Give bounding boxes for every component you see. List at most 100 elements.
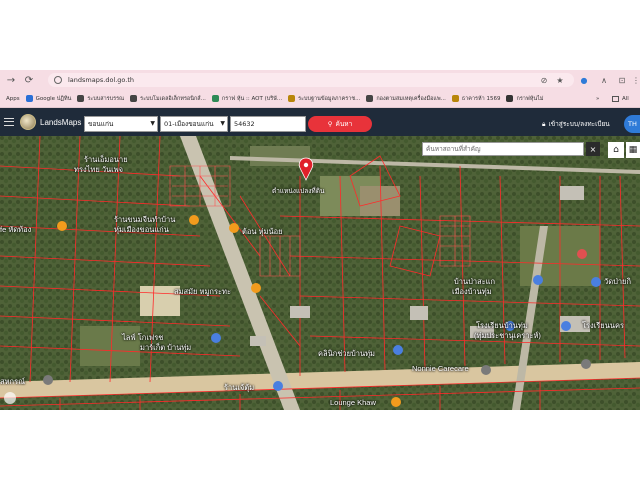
all-bookmarks-button[interactable]: All — [612, 95, 629, 102]
poi-restaurant-marker[interactable] — [251, 283, 261, 293]
bookmark-favicon-icon — [506, 95, 514, 102]
map-label: สหกรณ์ — [0, 377, 26, 386]
map-label: ทรงไทย วันเพจ — [74, 165, 124, 174]
map-label: Lounge Khaw — [330, 398, 376, 407]
bookmarks-more-button[interactable]: » — [596, 96, 599, 102]
language-label: TH — [628, 120, 637, 128]
bookmark-item[interactable]: ธาคารห้า 1569 — [451, 95, 501, 103]
bookmark-item[interactable]: ระบบฐานข้อมูลภาคราช... — [288, 95, 360, 103]
poi-marker[interactable] — [581, 359, 591, 369]
home-icon[interactable]: ⌂ — [608, 142, 624, 158]
poi-cafe-marker[interactable] — [57, 221, 67, 231]
map-label: หุ่มเมืองขอนแก่น — [114, 225, 169, 234]
login-label: เข้าสู่ระบบ/ลงทะเบียน — [548, 120, 610, 128]
district-value: 01-เมืองขอนแก่น — [164, 120, 214, 128]
chevron-down-icon: ▼ — [220, 120, 225, 127]
poi-restaurant-marker[interactable] — [229, 223, 239, 233]
bookmark-label: กราฟหุ้นไม่ — [516, 95, 544, 102]
lock-icon: 🔒︎ — [542, 119, 546, 128]
map-label: (ทุ่มประชานุเคราะห์) — [474, 331, 541, 340]
bookmark-item[interactable]: กองตามสมเหตุเครื่องมือแพ... — [366, 95, 446, 103]
eye-off-icon[interactable]: ⊘ — [538, 74, 550, 86]
bookmark-favicon-icon — [451, 95, 459, 102]
search-button-label: ค้นหา — [335, 120, 353, 128]
map-label: เมืองบ้านทุ่ม — [452, 287, 492, 296]
reload-icon[interactable]: ⟳ — [22, 73, 36, 87]
province-select[interactable]: ขอนแก่น ▼ — [84, 116, 158, 132]
parcel-number-input[interactable]: 54632 — [230, 116, 306, 132]
map-label: fe หัดท้อง — [0, 225, 32, 234]
poi-marker[interactable] — [43, 375, 53, 385]
map-label: โรงเรียนนคร — [582, 321, 625, 330]
poi-temple-marker[interactable] — [591, 277, 601, 287]
hamburger-menu-icon[interactable] — [4, 118, 14, 126]
bookmark-favicon-icon — [211, 95, 219, 102]
bookmark-item[interactable]: กราฟ หุ้น :: AOT (บริษั... — [211, 95, 283, 103]
bookmarks-bar: Apps Google ปฏิทิน ระบบสารบรรณ ระบบโมเดลอิเ… — [0, 90, 640, 108]
language-button[interactable]: TH — [624, 115, 640, 133]
all-bookmarks-label: All — [622, 95, 629, 102]
profile-icon[interactable]: ∧ — [598, 74, 610, 86]
site-info-icon[interactable] — [54, 76, 62, 84]
search-icon: ⚲ — [327, 120, 333, 128]
map-label: ร้านเจ้ตุ้ม — [224, 383, 255, 392]
search-button[interactable]: ⚲ ค้นหา — [308, 116, 372, 132]
bookmark-favicon-icon — [25, 95, 33, 102]
url-text: landsmaps.dol.go.th — [68, 76, 135, 84]
poi-shop-marker[interactable] — [211, 333, 221, 343]
close-icon: × — [589, 144, 597, 154]
bookmark-favicon-icon — [130, 95, 138, 102]
bookmark-label: กองตามสมเหตุเครื่องมือแพ... — [376, 95, 446, 102]
parcel-number-value: 54632 — [234, 120, 255, 128]
login-link[interactable]: 🔒︎ เข้าสู่ระบบ/ลงทะเบียน — [542, 119, 610, 129]
poi-marker[interactable] — [4, 392, 16, 404]
map-label: ต้อน หุ่มน้อย — [242, 227, 283, 236]
district-select[interactable]: 01-เมืองขอนแก่น ▼ — [160, 116, 228, 132]
poi-carcare-marker[interactable] — [481, 365, 491, 375]
bookmark-favicon-icon — [288, 95, 296, 102]
map-label: คลินิกช่วยบ้านทุ่ม — [318, 349, 375, 358]
bookmark-favicon-icon — [366, 95, 374, 102]
grid-icon[interactable]: ▦ — [626, 142, 640, 158]
bookmark-label: Google ปฏิทิน — [35, 95, 72, 102]
poi-school-marker[interactable] — [561, 321, 571, 331]
map-label: สมสมัย หมูกระทะ — [174, 287, 231, 296]
puzzle-icon[interactable]: ⊡ — [616, 74, 628, 86]
place-search-input[interactable]: ค้นหาสถานที่สำคัญ — [422, 142, 584, 156]
chevron-down-icon: ▼ — [150, 120, 155, 127]
browser-window: → ⟳ landsmaps.dol.go.th ⊘ ★ ● ∧ ⊡ ⋮ Apps… — [0, 70, 640, 410]
map-label: วัดป่ายกิ — [604, 277, 631, 286]
bookmark-item[interactable]: Apps — [6, 95, 20, 102]
poi-temple-marker[interactable] — [533, 275, 543, 285]
extension-icon[interactable]: ● — [578, 74, 590, 86]
bookmark-label: กราฟ หุ้น :: AOT (บริษั... — [221, 95, 283, 102]
url-bar[interactable]: landsmaps.dol.go.th — [48, 73, 574, 87]
bookmark-item[interactable]: ระบบสารบรรณ — [77, 95, 124, 103]
bookmark-item[interactable]: กราฟหุ้นไม่ — [506, 95, 544, 103]
map-label: Nonnie Carecare — [412, 364, 469, 373]
poi-restaurant-marker[interactable] — [189, 215, 199, 225]
map-view[interactable]: ร้านเอ็มอนาย ทรงไทย วันเพจ ตำแหน่งแปลงที… — [0, 136, 640, 410]
bookmark-label: ธาคารห้า 1569 — [461, 95, 501, 102]
bookmark-label: ระบบฐานข้อมูลภาคราช... — [298, 95, 361, 102]
bookmark-label: ระบบสารบรรณ — [87, 95, 125, 102]
app-name: LandsMaps — [40, 117, 82, 127]
marker-label: ตำแหน่งแปลงที่ดิน — [272, 188, 325, 195]
bookmark-item[interactable]: Google ปฏิทิน — [25, 95, 72, 103]
menu-icon[interactable]: ⋮ — [630, 74, 640, 86]
address-bar-row: → ⟳ landsmaps.dol.go.th ⊘ ★ ● ∧ ⊡ ⋮ — [0, 70, 640, 90]
star-icon[interactable]: ★ — [554, 74, 566, 86]
landsmaps-logo — [20, 114, 36, 130]
folder-icon — [612, 95, 619, 102]
map-label: มาร์เก็ต บ้านทุ่ม — [140, 343, 192, 352]
satellite-map[interactable] — [0, 136, 640, 410]
place-search-placeholder: ค้นหาสถานที่สำคัญ — [426, 145, 481, 153]
poi-shop-marker[interactable] — [273, 381, 283, 391]
poi-shop-marker[interactable] — [393, 345, 403, 355]
bookmark-favicon-icon — [77, 95, 85, 102]
close-button[interactable]: × — [586, 142, 600, 156]
poi-restaurant-marker[interactable] — [391, 397, 401, 407]
bookmark-item[interactable]: ระบบโมเดลอิเล็กทรอนิกส์... — [130, 95, 206, 103]
forward-icon[interactable]: → — [4, 73, 18, 87]
poi-marker[interactable] — [577, 249, 587, 259]
